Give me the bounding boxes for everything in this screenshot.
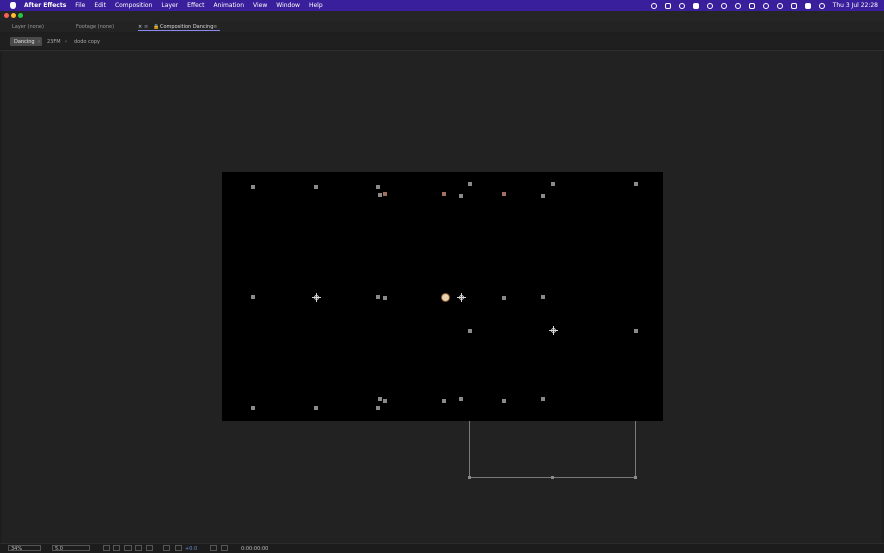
layer-handle[interactable]	[251, 406, 255, 410]
layer-handle[interactable]	[541, 295, 545, 299]
focus-moon-icon[interactable]	[706, 2, 713, 9]
guides-icon[interactable]	[135, 545, 142, 551]
layer-handle[interactable]	[634, 476, 637, 479]
menu-window[interactable]: Window	[276, 2, 300, 9]
mask-icon[interactable]	[124, 545, 132, 551]
resolution-value: 5.0	[55, 546, 63, 552]
menu-view[interactable]: View	[253, 2, 267, 9]
window-titlebar	[0, 11, 884, 21]
layer-handle[interactable]	[468, 476, 471, 479]
layer-handle[interactable]	[442, 399, 446, 403]
layer-handle[interactable]	[442, 192, 446, 196]
zoom-value: 34%	[11, 546, 23, 552]
bluetooth-icon[interactable]	[748, 2, 755, 9]
headphones-icon[interactable]	[678, 2, 685, 9]
status-icon[interactable]	[664, 2, 671, 9]
chevron-left-icon[interactable]: ‹	[65, 39, 67, 45]
exposure-icon[interactable]	[175, 545, 182, 551]
layer-breadcrumb[interactable]: dodo copy	[74, 39, 100, 45]
chevron-left-icon[interactable]: ‹	[38, 39, 40, 45]
search-icon[interactable]	[776, 2, 783, 9]
color-channel-icon[interactable]	[163, 545, 170, 551]
composition-navigator: Dancing ‹ 23FM ‹ dodo copy	[0, 34, 884, 48]
menu-effect[interactable]: Effect	[187, 2, 204, 9]
exposure-value[interactable]: +0.0	[185, 546, 197, 552]
layer-handle[interactable]	[502, 296, 506, 300]
anchor-point-icon[interactable]	[549, 326, 558, 335]
anchor-point-icon[interactable]	[457, 293, 466, 302]
close-button[interactable]	[4, 13, 9, 18]
layer-handle[interactable]	[251, 185, 255, 189]
menu-app-name[interactable]: After Effects	[24, 2, 66, 9]
tab-layer[interactable]: Layer (none)	[12, 24, 44, 30]
transparency-grid-icon[interactable]	[113, 545, 120, 551]
layer-handle[interactable]	[314, 406, 318, 410]
tab-footage[interactable]: Footage (none)	[76, 24, 114, 30]
anchor-point-icon[interactable]	[312, 293, 321, 302]
layer-handle[interactable]	[378, 397, 382, 401]
apple-icon[interactable]	[10, 2, 16, 9]
timer-icon[interactable]	[734, 2, 741, 9]
layer-handle[interactable]	[383, 296, 387, 300]
layer-handle[interactable]	[551, 182, 555, 186]
keyboard-icon[interactable]	[804, 2, 811, 9]
layer-handle[interactable]	[383, 192, 387, 196]
timecode[interactable]: 0:00:00:00	[241, 546, 268, 552]
menu-animation[interactable]: Animation	[213, 2, 244, 9]
layer-handle[interactable]	[376, 406, 380, 410]
layer-handle[interactable]	[383, 399, 387, 403]
layer-handle[interactable]	[502, 399, 506, 403]
minimize-button[interactable]	[11, 13, 16, 18]
layer-handle[interactable]	[376, 185, 380, 189]
layer-handle[interactable]	[541, 194, 545, 198]
comp-name: Dancing	[14, 39, 35, 45]
siri-icon[interactable]	[818, 2, 825, 9]
menu-composition[interactable]: Composition	[115, 2, 152, 9]
creative-cloud-icon[interactable]	[650, 2, 657, 9]
selected-anchor-icon[interactable]	[441, 293, 450, 302]
layer-bounds	[635, 421, 636, 478]
menu-edit[interactable]: Edit	[94, 2, 106, 9]
viewer-tab-bar: Layer (none) Footage (none) × ≡ 🔒 Compos…	[0, 21, 884, 32]
show-snapshot-icon[interactable]	[221, 545, 228, 551]
active-tab-indicator	[138, 30, 220, 31]
layer-handle[interactable]	[314, 185, 318, 189]
layer-handle[interactable]	[541, 397, 545, 401]
layer-handle[interactable]	[551, 476, 554, 479]
zoom-button[interactable]	[18, 13, 23, 18]
layer-handle[interactable]	[634, 329, 638, 333]
control-center-icon[interactable]	[790, 2, 797, 9]
region-icon[interactable]	[103, 545, 110, 551]
layer-handle[interactable]	[459, 194, 463, 198]
menu-clock[interactable]: Thu 3 Jul 22:28	[833, 2, 878, 9]
headset-icon[interactable]	[720, 2, 727, 9]
font-icon[interactable]	[692, 2, 699, 9]
layer-handle[interactable]	[376, 295, 380, 299]
wifi-icon[interactable]	[762, 2, 769, 9]
comp-sub[interactable]: 23FM	[47, 39, 61, 45]
layer-handle[interactable]	[378, 193, 382, 197]
layer-bounds	[469, 421, 470, 478]
snapshot-icon[interactable]	[210, 545, 217, 551]
layer-handle[interactable]	[502, 192, 506, 196]
layer-handle[interactable]	[468, 182, 472, 186]
menu-layer[interactable]: Layer	[161, 2, 178, 9]
layer-handle[interactable]	[459, 397, 463, 401]
layer-handle[interactable]	[468, 329, 472, 333]
menu-file[interactable]: File	[75, 2, 85, 9]
layer-handle[interactable]	[634, 182, 638, 186]
menu-help[interactable]: Help	[309, 2, 323, 9]
menu-bar: After Effects File Edit Composition Laye…	[0, 0, 884, 11]
layer-handle[interactable]	[251, 295, 255, 299]
3d-view-icon[interactable]	[146, 545, 153, 551]
